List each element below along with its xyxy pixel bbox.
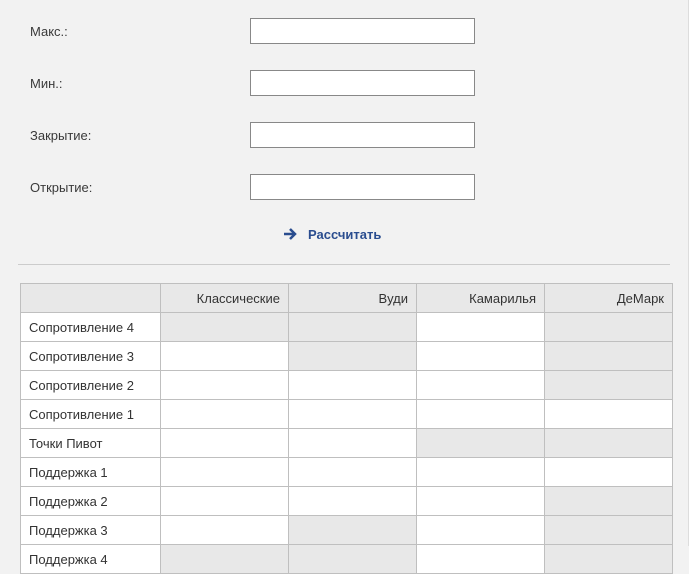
cell-camarilla	[417, 429, 545, 458]
cell-camarilla	[417, 545, 545, 574]
table-row: Поддержка 1	[21, 458, 673, 487]
min-label: Мин.:	[20, 76, 250, 91]
table-row: Поддержка 2	[21, 487, 673, 516]
row-label: Точки Пивот	[21, 429, 161, 458]
pivot-results-table: Классические Вуди Камарилья ДеМарк Сопро…	[20, 283, 673, 574]
cell-woodie	[289, 400, 417, 429]
header-woodie: Вуди	[289, 284, 417, 313]
cell-woodie	[289, 545, 417, 574]
open-input[interactable]	[250, 174, 475, 200]
row-label: Поддержка 2	[21, 487, 161, 516]
cell-classic	[161, 371, 289, 400]
cell-demark	[545, 371, 673, 400]
cell-woodie	[289, 371, 417, 400]
row-label: Поддержка 4	[21, 545, 161, 574]
cell-demark	[545, 458, 673, 487]
arrow-right-icon	[282, 226, 298, 242]
open-label: Открытие:	[20, 180, 250, 195]
close-label: Закрытие:	[20, 128, 250, 143]
cell-camarilla	[417, 313, 545, 342]
header-classic: Классические	[161, 284, 289, 313]
cell-camarilla	[417, 342, 545, 371]
submit-row: Рассчитать	[20, 226, 668, 242]
cell-classic	[161, 342, 289, 371]
cell-camarilla	[417, 371, 545, 400]
row-label: Сопротивление 2	[21, 371, 161, 400]
table-row: Сопротивление 2	[21, 371, 673, 400]
close-input[interactable]	[250, 122, 475, 148]
cell-woodie	[289, 429, 417, 458]
table-header-row: Классические Вуди Камарилья ДеМарк	[21, 284, 673, 313]
cell-demark	[545, 429, 673, 458]
table-row: Сопротивление 3	[21, 342, 673, 371]
cell-classic	[161, 458, 289, 487]
cell-camarilla	[417, 400, 545, 429]
table-row: Сопротивление 4	[21, 313, 673, 342]
pivot-calculator-page: Макс.: Мин.: Закрытие: Открытие: Рассчит…	[0, 0, 689, 546]
form-row-min: Мин.:	[20, 70, 668, 96]
cell-classic	[161, 487, 289, 516]
cell-camarilla	[417, 487, 545, 516]
cell-demark	[545, 313, 673, 342]
section-divider	[18, 264, 670, 265]
cell-demark	[545, 400, 673, 429]
cell-classic	[161, 313, 289, 342]
cell-demark	[545, 487, 673, 516]
calculate-button-label: Рассчитать	[308, 227, 381, 242]
cell-woodie	[289, 487, 417, 516]
cell-woodie	[289, 516, 417, 545]
table-row: Поддержка 3	[21, 516, 673, 545]
form-row-close: Закрытие:	[20, 122, 668, 148]
row-label: Сопротивление 1	[21, 400, 161, 429]
row-label: Поддержка 3	[21, 516, 161, 545]
cell-camarilla	[417, 516, 545, 545]
header-demark: ДеМарк	[545, 284, 673, 313]
table-row: Сопротивление 1	[21, 400, 673, 429]
cell-woodie	[289, 342, 417, 371]
cell-demark	[545, 342, 673, 371]
header-blank	[21, 284, 161, 313]
table-row: Поддержка 4	[21, 545, 673, 574]
max-input[interactable]	[250, 18, 475, 44]
row-label: Поддержка 1	[21, 458, 161, 487]
cell-woodie	[289, 313, 417, 342]
form-row-open: Открытие:	[20, 174, 668, 200]
cell-woodie	[289, 458, 417, 487]
cell-classic	[161, 545, 289, 574]
header-camarilla: Камарилья	[417, 284, 545, 313]
table-row: Точки Пивот	[21, 429, 673, 458]
cell-demark	[545, 516, 673, 545]
cell-camarilla	[417, 458, 545, 487]
cell-demark	[545, 545, 673, 574]
min-input[interactable]	[250, 70, 475, 96]
row-label: Сопротивление 4	[21, 313, 161, 342]
calculate-button[interactable]: Рассчитать	[282, 226, 381, 242]
cell-classic	[161, 400, 289, 429]
cell-classic	[161, 516, 289, 545]
row-label: Сопротивление 3	[21, 342, 161, 371]
max-label: Макс.:	[20, 24, 250, 39]
cell-classic	[161, 429, 289, 458]
form-row-max: Макс.:	[20, 18, 668, 44]
